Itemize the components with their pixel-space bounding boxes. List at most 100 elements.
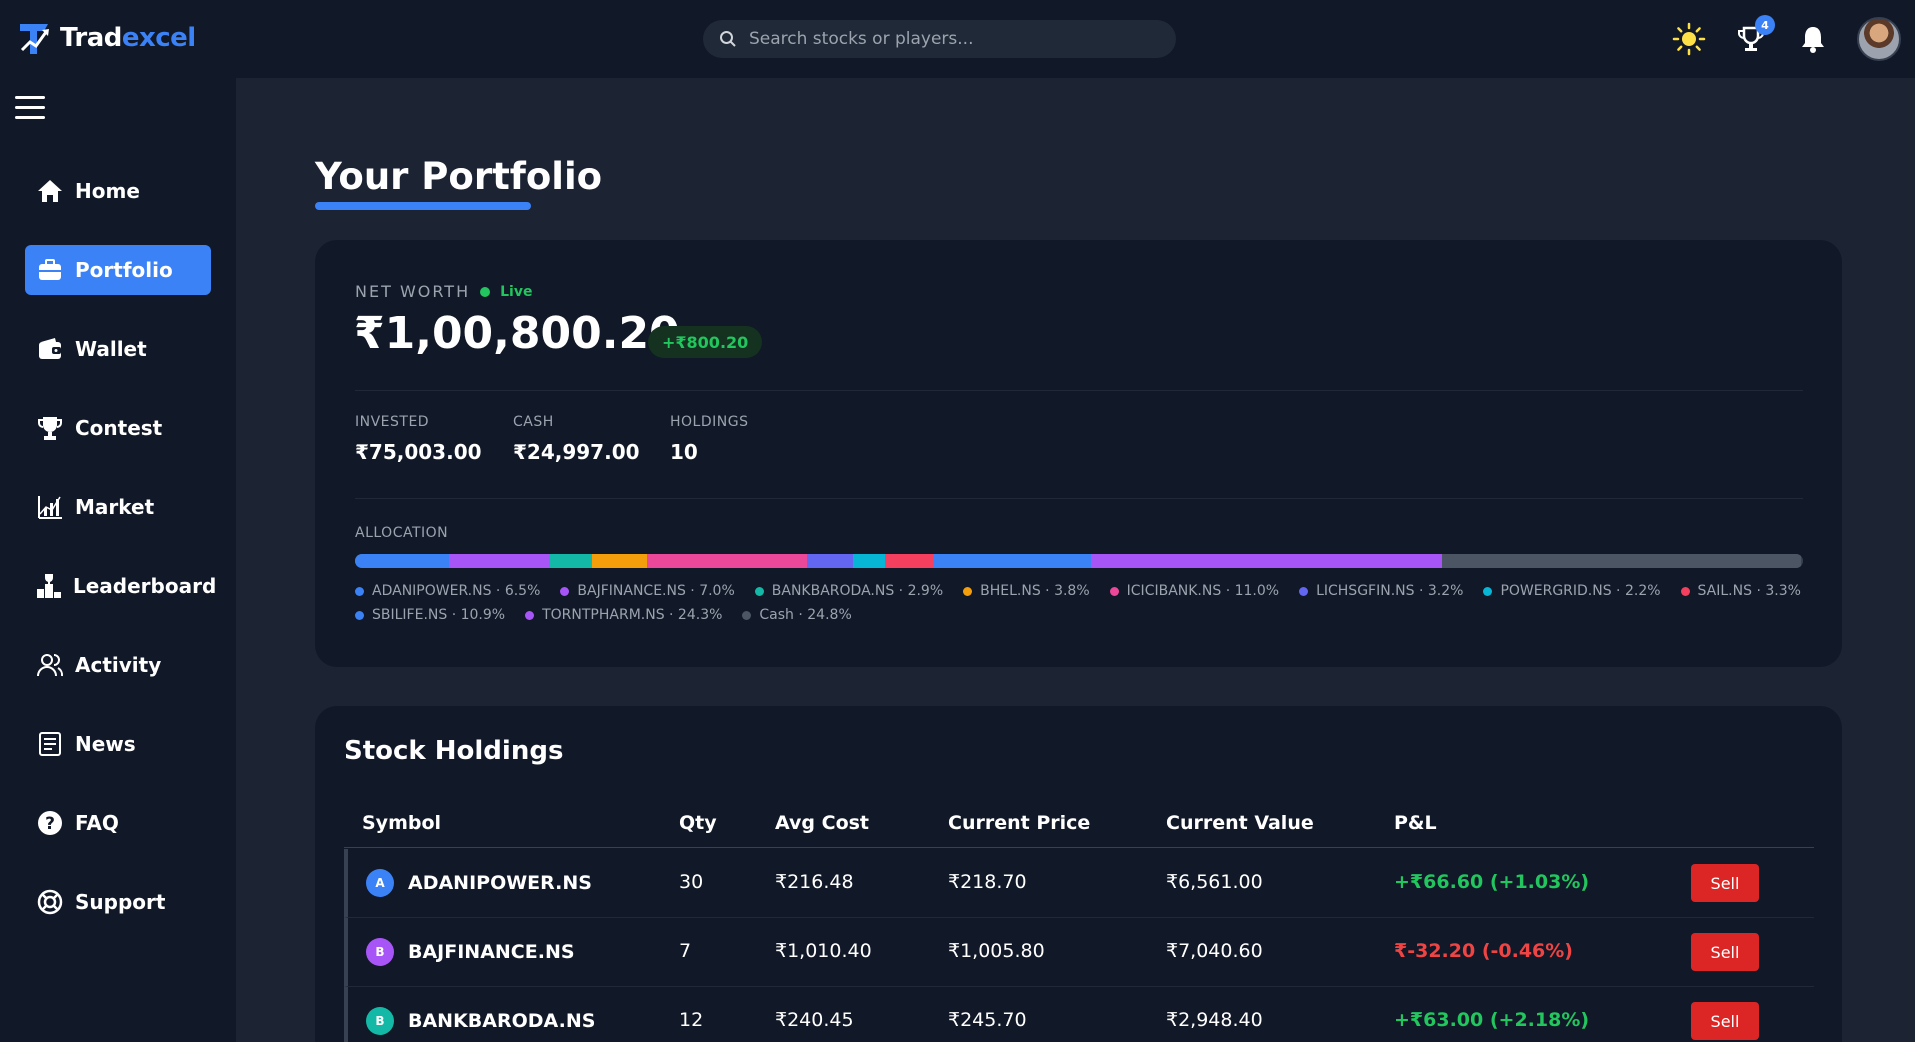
sidebar-item-label: Contest [75,416,163,440]
menu-toggle-icon[interactable] [15,96,45,120]
avg-cost-cell: ₹1,010.40 [775,940,872,962]
bell-icon [1802,27,1824,53]
sidebar-item-label: Portfolio [75,258,173,282]
svg-text:?: ? [45,814,55,834]
search-bar[interactable] [703,20,1176,58]
sidebar-item-label: Support [75,890,166,914]
allocation-segment [1442,554,1802,568]
net-worth-change-badge: +₹800.20 [648,326,763,358]
portfolio-summary-card: NET WORTH Live ₹1,00,800.20 +₹800.20 INV… [315,240,1842,667]
legend-dot-icon [1680,586,1690,596]
sidebar-item-wallet[interactable]: Wallet [25,324,211,374]
table-header: Symbol Qty Avg Cost Current Price Curren… [344,806,1814,848]
trophy-button[interactable]: 4 [1733,15,1775,57]
sidebar-item-label: Leaderboard [73,574,217,598]
net-worth-label: NET WORTH Live [355,282,532,301]
sidebar-item-label: Market [75,495,155,519]
symbol-avatar: B [366,938,394,966]
invested-label: INVESTED [355,414,430,430]
sidebar-item-home[interactable]: Home [25,166,211,216]
current-value-cell: ₹6,561.00 [1166,871,1263,893]
legend-dot-icon [754,586,764,596]
sidebar-item-leaderboard[interactable]: Leaderboard [25,561,216,611]
symbol-name: BAJFINANCE.NS [408,941,575,963]
legend-item: BANKBARODA.NS · 2.9% [754,582,944,600]
allocation-segment [592,554,648,568]
briefcase-icon [35,255,65,285]
sidebar-item-activity[interactable]: Activity [25,640,211,690]
legend-item: SAIL.NS · 3.3% [1680,582,1801,600]
divider [355,498,1803,499]
theme-toggle-button[interactable] [1671,21,1707,57]
question-icon: ? [35,808,65,838]
cash-stat: CASH ₹24,997.00 [513,414,640,464]
chart-icon [35,492,65,522]
sidebar-item-faq[interactable]: ? FAQ [25,798,211,848]
current-price-cell: ₹245.70 [948,1009,1027,1031]
legend-item: LICHSGFIN.NS · 3.2% [1299,582,1463,600]
sidebar-item-support[interactable]: Support [25,877,211,927]
allocation-segment [932,554,1091,568]
allocation-legend: ADANIPOWER.NS · 6.5% BAJFINANCE.NS · 7.0%… [355,582,1815,624]
cash-label: CASH [513,414,554,430]
title-underline [315,202,531,210]
pnl-cell: +₹66.60 (+1.03%) [1394,871,1590,893]
holdings-value: 10 [670,440,698,464]
legend-dot-icon [1109,586,1119,596]
sidebar-item-contest[interactable]: Contest [25,403,211,453]
sell-button[interactable]: Sell [1691,933,1759,971]
symbol-cell: A ADANIPOWER.NS [366,869,592,897]
sell-button[interactable]: Sell [1691,1002,1759,1040]
newspaper-icon [35,729,65,759]
allocation-segment [647,554,807,568]
stock-holdings-card: Stock Holdings Symbol Qty Avg Cost Curre… [315,706,1842,1042]
sidebar-item-market[interactable]: Market [25,482,211,532]
legend-dot-icon [355,586,364,596]
sidebar-item-label: Wallet [75,337,147,361]
legend-label: Cash · 24.8% [759,607,852,623]
pnl-cell: +₹63.00 (+2.18%) [1394,1009,1590,1031]
users-icon [35,650,65,680]
header-actions: 4 [1671,14,1901,64]
home-icon [35,176,65,206]
legend-label: BANKBARODA.NS · 2.9% [771,583,944,599]
legend-label: BAJFINANCE.NS · 7.0% [577,583,735,599]
user-avatar[interactable] [1857,17,1901,61]
legend-item: TORNTPHARM.NS · 24.3% [525,606,722,624]
column-header-current-value: Current Value [1166,812,1314,834]
search-icon [720,31,736,47]
legend-dot-icon [742,610,752,620]
page-title: Your Portfolio [315,155,603,198]
legend-label: SAIL.NS · 3.3% [1697,583,1801,599]
legend-dot-icon [963,586,973,596]
legend-item: SBILIFE.NS · 10.9% [355,606,505,624]
column-header-avg-cost: Avg Cost [775,812,870,834]
brand-logo[interactable]: Tradexcel [18,20,196,56]
sidebar-item-portfolio[interactable]: Portfolio [25,245,211,295]
current-value-cell: ₹7,040.60 [1166,940,1263,962]
legend-item: ICICIBANK.NS · 11.0% [1109,582,1280,600]
legend-dot-icon [525,610,535,620]
notifications-button[interactable] [1795,21,1831,57]
table-row[interactable]: B BAJFINANCE.NS 7 ₹1,010.40 ₹1,005.80 ₹7,040.… [344,918,1814,987]
symbol-cell: B BAJFINANCE.NS [366,938,575,966]
legend-dot-icon [560,586,570,596]
live-indicator-icon [480,286,491,297]
table-row[interactable]: B BANKBARODA.NS 12 ₹240.45 ₹245.70 ₹2,948.40 +… [344,987,1814,1042]
trophy-badge: 4 [1755,15,1775,35]
table-row[interactable]: A ADANIPOWER.NS 30 ₹216.48 ₹218.70 ₹6,561.00 +… [344,849,1814,918]
symbol-avatar: A [366,869,394,897]
legend-label: ADANIPOWER.NS · 6.5% [372,583,541,599]
sun-icon [1672,22,1706,56]
live-label: Live [500,283,533,300]
search-input[interactable] [749,29,1149,49]
sell-button[interactable]: Sell [1691,864,1759,902]
sidebar-item-news[interactable]: News [25,719,211,769]
legend-label: ICICIBANK.NS · 11.0% [1126,583,1280,599]
column-header-symbol: Symbol [362,812,442,834]
allocation-label: ALLOCATION [355,525,449,541]
allocation-segment [806,554,854,568]
lifebuoy-icon [35,887,65,917]
avg-cost-cell: ₹240.45 [775,1009,854,1031]
legend-item: POWERGRID.NS · 2.2% [1483,582,1661,600]
